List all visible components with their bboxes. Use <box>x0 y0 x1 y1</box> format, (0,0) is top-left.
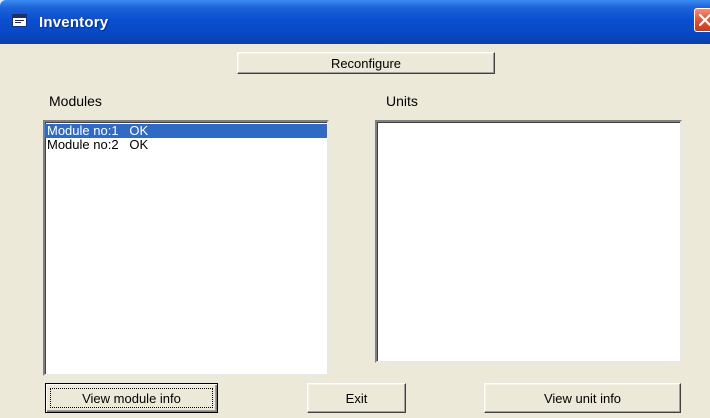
inventory-window: Inventory Reconfigure Modules Units Modu… <box>0 0 710 418</box>
exit-button[interactable]: Exit <box>307 383 406 413</box>
view-unit-info-button[interactable]: View unit info <box>484 383 681 413</box>
module-list-item-1[interactable]: Module no:1 OK <box>45 124 327 138</box>
view-module-info-label: View module info <box>82 390 181 406</box>
close-icon <box>698 13 710 27</box>
reconfigure-button[interactable]: Reconfigure <box>237 52 495 74</box>
title-bar[interactable]: Inventory <box>0 0 710 44</box>
window-title: Inventory <box>39 14 109 31</box>
units-label: Units <box>386 93 418 109</box>
view-module-info-button[interactable]: View module info <box>45 383 218 413</box>
units-listbox[interactable] <box>375 120 682 363</box>
window-app-icon <box>12 14 27 27</box>
modules-listbox[interactable]: Module no:1 OK Module no:2 OK <box>43 120 329 376</box>
modules-label: Modules <box>49 93 102 109</box>
module-list-item-2[interactable]: Module no:2 OK <box>45 138 327 152</box>
close-button[interactable] <box>694 8 710 32</box>
